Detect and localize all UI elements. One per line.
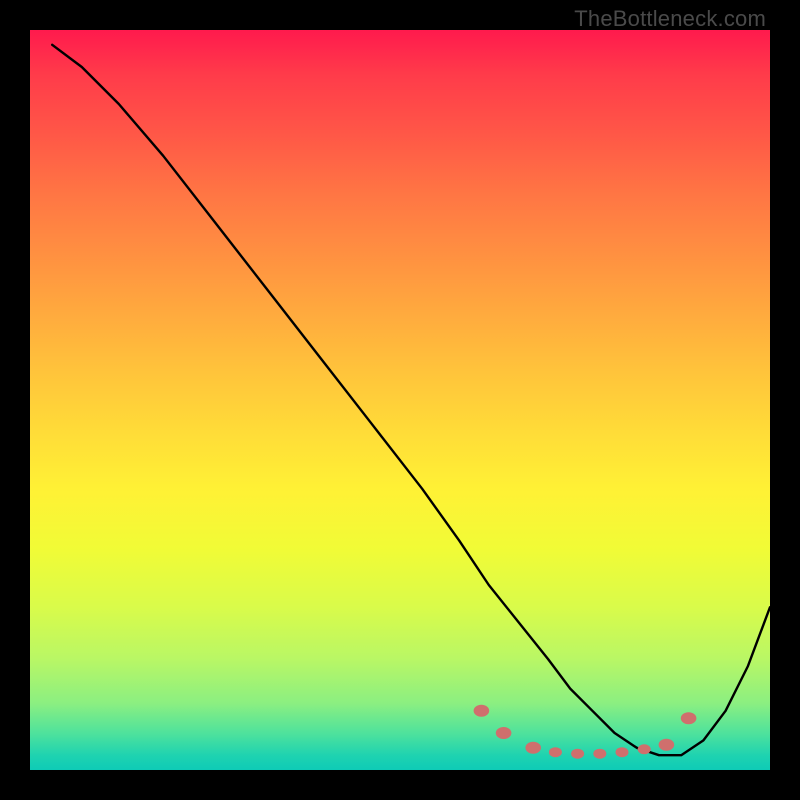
marker-dot bbox=[496, 727, 512, 739]
marker-dot bbox=[681, 712, 697, 724]
marker-group bbox=[474, 705, 697, 759]
marker-dot bbox=[659, 739, 675, 751]
chart-frame: TheBottleneck.com bbox=[0, 0, 800, 800]
marker-dot bbox=[474, 705, 490, 717]
chart-plot-area bbox=[30, 30, 770, 770]
bottleneck-curve bbox=[52, 45, 770, 755]
marker-dot bbox=[616, 747, 629, 757]
marker-dot bbox=[525, 742, 541, 754]
marker-dot bbox=[638, 744, 651, 754]
watermark-text: TheBottleneck.com bbox=[574, 6, 766, 32]
marker-dot bbox=[571, 749, 584, 759]
marker-dot bbox=[593, 749, 606, 759]
chart-overlay-svg bbox=[30, 30, 770, 770]
marker-dot bbox=[549, 747, 562, 757]
